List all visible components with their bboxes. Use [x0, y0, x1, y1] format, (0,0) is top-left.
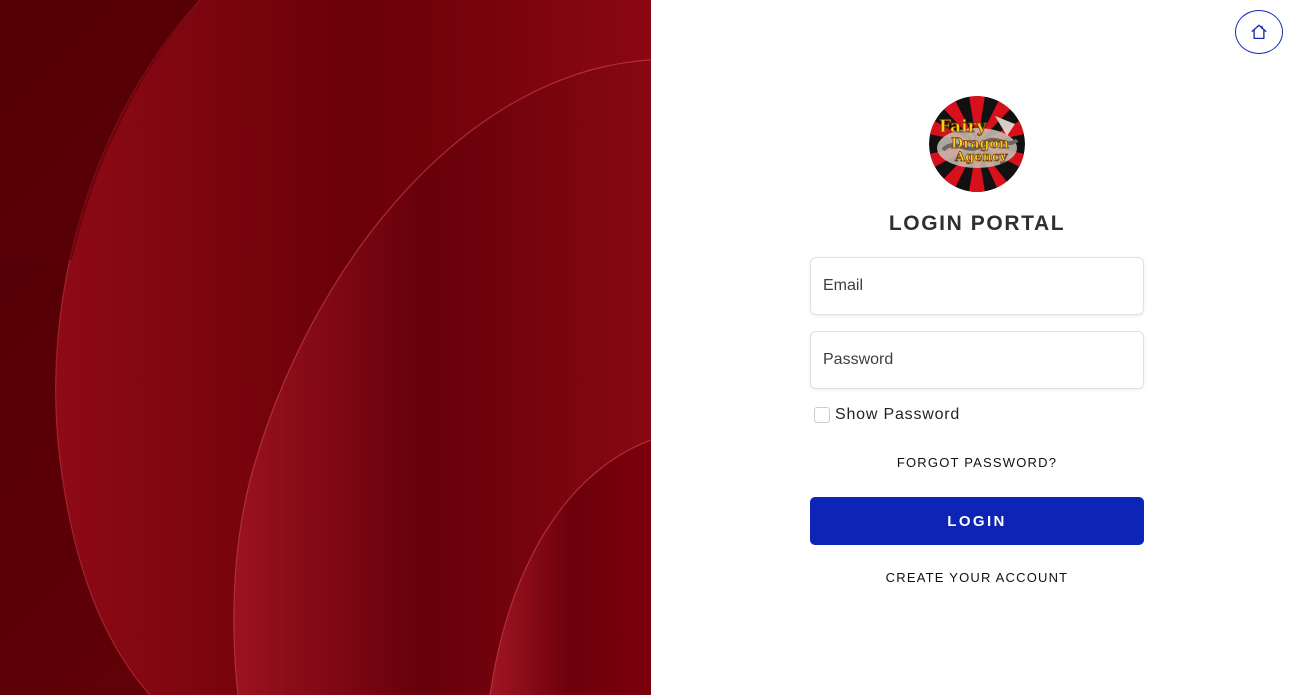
page-title: LOGIN PORTAL: [888, 212, 1066, 235]
home-button[interactable]: [1235, 10, 1283, 54]
show-password-checkbox[interactable]: [814, 407, 830, 423]
forgot-password-link[interactable]: FORGOT PASSWORD?: [810, 455, 1144, 470]
email-input[interactable]: [811, 258, 1143, 314]
home-icon: [1251, 24, 1267, 40]
login-pane: Fairy Dragon Agency LOGIN PORTAL Show Pa…: [651, 0, 1303, 695]
email-field-wrapper: [810, 257, 1144, 315]
svg-text:Fairy: Fairy: [939, 117, 988, 137]
create-account-link[interactable]: CREATE YOUR ACCOUNT: [810, 570, 1144, 585]
fairy-dragon-agency-logo-icon: Fairy Dragon Agency: [929, 96, 1025, 192]
login-page: Fairy Dragon Agency LOGIN PORTAL Show Pa…: [0, 0, 1303, 695]
login-button[interactable]: LOGIN: [810, 497, 1144, 545]
abstract-red-curves-image: [0, 0, 651, 695]
password-field-wrapper: [810, 331, 1144, 389]
show-password-label: Show Password: [835, 406, 961, 423]
brand-logo: Fairy Dragon Agency: [929, 96, 1025, 192]
svg-text:Agency: Agency: [954, 150, 1008, 165]
hero-background: [0, 0, 651, 695]
show-password-toggle[interactable]: Show Password: [814, 406, 960, 424]
password-input[interactable]: [811, 332, 1143, 388]
